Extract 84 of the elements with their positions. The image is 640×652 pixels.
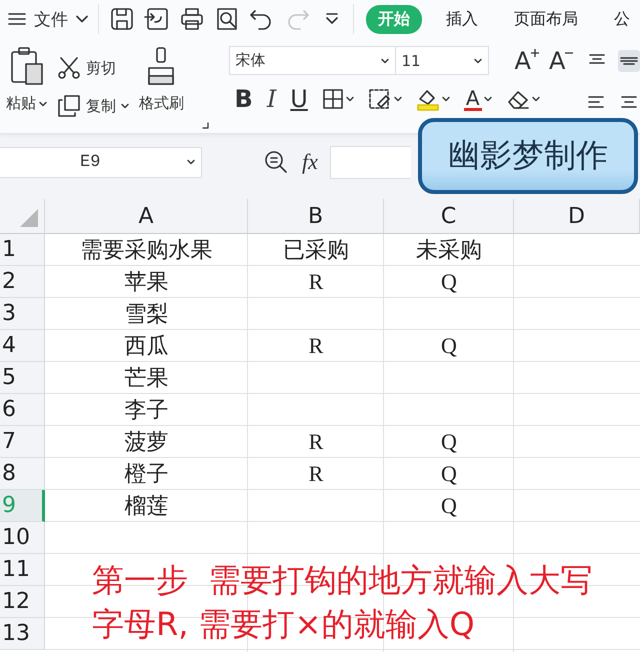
chevron-icon[interactable] <box>76 15 88 23</box>
ribbon-tab[interactable]: 公 <box>602 4 640 34</box>
shrink-font-button[interactable]: A <box>548 48 574 72</box>
row-header[interactable]: 6 <box>0 394 45 426</box>
underline-button[interactable]: U <box>290 87 308 111</box>
paste-button[interactable]: 粘贴 <box>6 94 36 113</box>
name-box[interactable]: E9 <box>0 146 202 178</box>
table-cell-text: 芒果 <box>124 365 168 393</box>
row-header[interactable]: 4 <box>0 330 45 362</box>
bold-button[interactable]: B <box>234 87 253 111</box>
column-header[interactable]: C <box>384 199 514 234</box>
table-cell: Q <box>441 493 457 519</box>
table-cell: R <box>308 461 324 487</box>
row-header[interactable]: 8 <box>0 458 45 490</box>
table-cell-text: 榴莲 <box>124 493 168 521</box>
print-preview-icon[interactable] <box>214 6 240 32</box>
table-cell: Q <box>441 333 457 359</box>
row-header[interactable]: 7 <box>0 426 45 458</box>
conditional-format-icon[interactable] <box>368 88 392 110</box>
expand-corner-icon[interactable] <box>202 122 209 129</box>
paste-icon[interactable] <box>10 46 44 86</box>
ribbon-tab[interactable]: 页面布局 <box>502 4 590 34</box>
column-header[interactable]: B <box>248 199 384 234</box>
caret-icon <box>474 58 482 64</box>
font-name-dropdown[interactable]: 宋体 <box>228 46 396 75</box>
export-icon[interactable] <box>144 6 170 32</box>
table-cell-text: 已采购 <box>283 236 349 264</box>
eraser-icon[interactable] <box>506 88 530 110</box>
annotation-text: 第一步 需要打钩的地方就输入大写 字母R, 需要打×的就输入Q <box>92 560 592 645</box>
row-header[interactable]: 5 <box>0 362 45 394</box>
font-size-dropdown[interactable]: 11 <box>396 46 489 75</box>
table-cell-text: 橙子 <box>124 461 168 489</box>
column-header[interactable]: D <box>514 199 640 234</box>
caret-icon <box>442 96 450 102</box>
align-middle-icon[interactable] <box>618 50 640 72</box>
scissors-icon[interactable] <box>57 56 81 80</box>
plus-icon <box>530 48 539 56</box>
formula-input[interactable] <box>330 146 411 178</box>
table-cell: Q <box>441 269 457 295</box>
table-cell: R <box>308 429 324 455</box>
column-header[interactable]: A <box>45 199 248 234</box>
caret-icon <box>346 96 354 102</box>
grow-font-button[interactable]: A <box>514 48 539 72</box>
caret-icon <box>484 96 492 102</box>
table-cell-text: 西瓜 <box>124 333 168 361</box>
row-header[interactable]: 12 <box>0 586 45 618</box>
table-cell-text: 苹果 <box>124 269 168 297</box>
font-color-button[interactable]: A <box>464 88 482 110</box>
row-header[interactable]: 2 <box>0 266 45 298</box>
save-icon[interactable] <box>109 6 135 32</box>
copy-icon[interactable] <box>57 94 81 118</box>
table-cell-text: 未采购 <box>416 236 482 264</box>
table-cell-text: 菠萝 <box>124 429 168 457</box>
caret-icon <box>187 159 195 165</box>
borders-icon[interactable] <box>322 88 344 110</box>
table-cell-text: 雪梨 <box>124 301 168 329</box>
row-header[interactable]: 3 <box>0 298 45 330</box>
file-menu[interactable]: 文件 <box>34 8 68 30</box>
table-cell: Q <box>441 429 457 455</box>
print-icon[interactable] <box>179 6 205 32</box>
row-header[interactable]: 11 <box>0 554 45 586</box>
format-painter-button[interactable]: 格式刷 <box>139 94 184 113</box>
row-header[interactable]: 13 <box>0 618 45 650</box>
zoom-formula-icon[interactable] <box>264 150 288 174</box>
caret-icon <box>532 96 540 102</box>
cut-button[interactable]: 剪切 <box>86 58 116 78</box>
caret-icon <box>380 58 389 64</box>
table-cell: R <box>308 333 324 359</box>
table-cell-text: 需要采购水果 <box>80 237 212 265</box>
table-cell: Q <box>441 461 457 487</box>
copy-button[interactable]: 复制 <box>86 96 116 116</box>
ribbon-tab[interactable]: 插入 <box>434 4 490 34</box>
row-header[interactable]: 10 <box>0 522 45 554</box>
caret-icon <box>394 96 402 102</box>
function-button[interactable]: fx <box>302 149 318 175</box>
table-cell: R <box>308 269 324 295</box>
italic-button[interactable]: I <box>266 87 276 111</box>
badge-label: 幽影梦制作 <box>418 118 638 194</box>
caret-icon <box>39 100 47 106</box>
table-cell-text: 李子 <box>124 397 168 425</box>
fill-color-icon[interactable] <box>416 87 440 111</box>
row-header[interactable]: 1 <box>0 234 45 266</box>
menu-icon[interactable] <box>8 12 26 26</box>
caret-icon <box>121 103 129 109</box>
